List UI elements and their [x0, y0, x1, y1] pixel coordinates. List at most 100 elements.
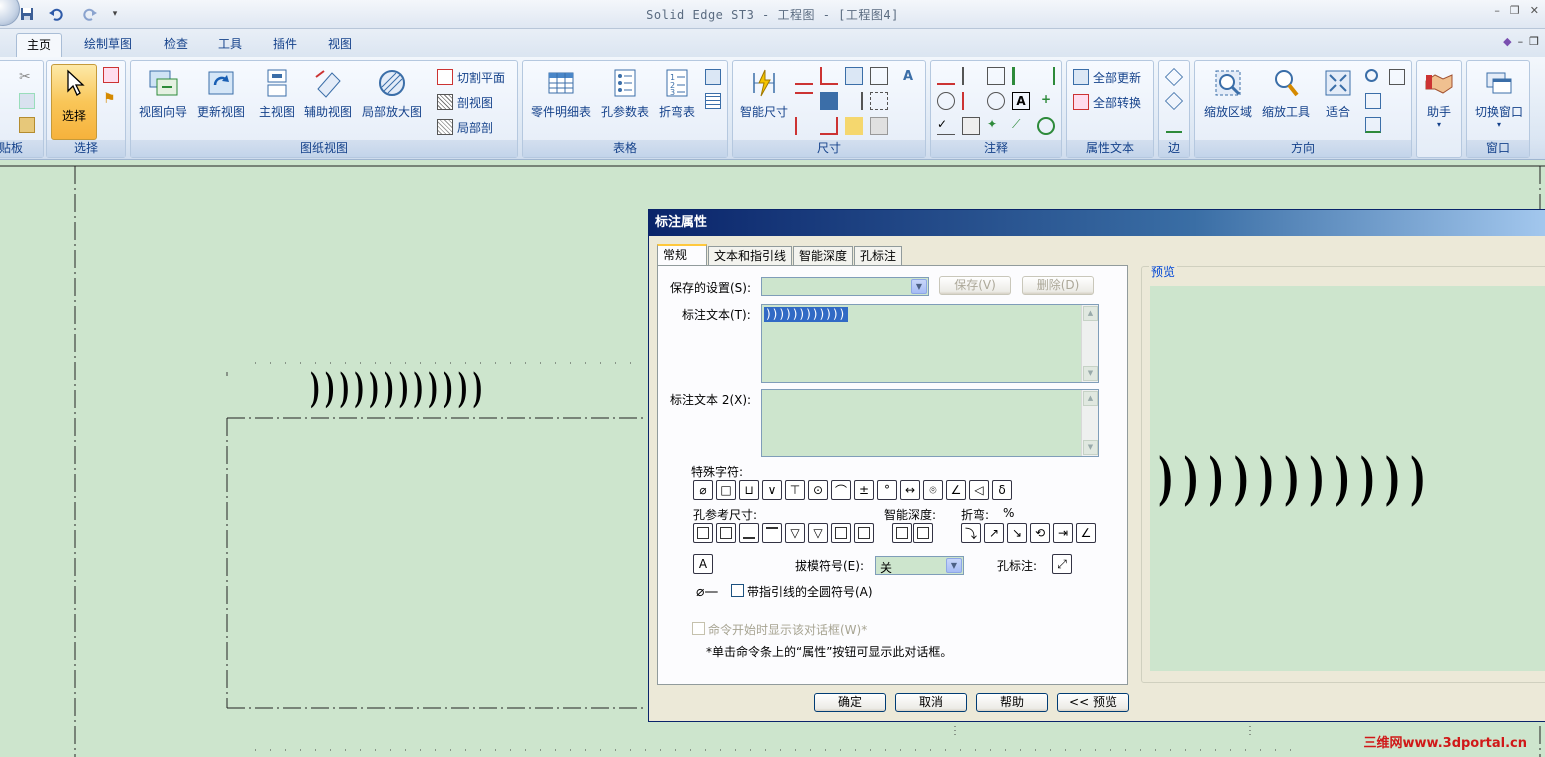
stacked-dim-icon[interactable]: [870, 92, 888, 110]
zoom-area-button[interactable]: 缩放区域: [1199, 65, 1257, 129]
hole-ref-button-8[interactable]: [854, 523, 874, 543]
text-style-icon[interactable]: A: [693, 554, 713, 574]
view-wizard-button[interactable]: 视图向导: [133, 65, 193, 129]
assistant-button[interactable]: 助手 ▾: [1414, 65, 1464, 129]
tab-home[interactable]: 主页: [16, 33, 62, 57]
edge-display-icon-1[interactable]: [1164, 67, 1184, 87]
cut-icon[interactable]: ✂: [19, 69, 35, 85]
scroll-down-icon[interactable]: ▼: [1083, 366, 1098, 381]
delta-symbol-button[interactable]: δ: [992, 480, 1012, 500]
help-button[interactable]: 帮助: [976, 693, 1048, 712]
bolt-hole-icon[interactable]: ✦: [987, 117, 1005, 135]
paste-icon[interactable]: [19, 117, 35, 133]
minimize-icon[interactable]: –: [1494, 4, 1500, 17]
hole-ref-button-7[interactable]: [831, 523, 851, 543]
edge-display-icon-2[interactable]: [1164, 91, 1184, 111]
broken-out-button[interactable]: 局部剖: [437, 117, 493, 137]
symmetric-dim-icon[interactable]: [795, 92, 813, 110]
hole-table-button[interactable]: 孔参数表: [597, 65, 653, 129]
bend-button-6[interactable]: ∠: [1076, 523, 1096, 543]
bend-button-3[interactable]: ↘: [1007, 523, 1027, 543]
sheet-view-icon[interactable]: [1365, 117, 1381, 133]
select-tool-icon[interactable]: [103, 67, 119, 83]
distance-dim-icon[interactable]: [795, 117, 813, 135]
parts-list-button[interactable]: 零件明细表: [525, 65, 597, 129]
weld-icon[interactable]: [1037, 67, 1055, 85]
tab-smart-depth[interactable]: 智能深度: [793, 246, 854, 266]
chevron-down-icon[interactable]: ▼: [946, 558, 962, 573]
select-button[interactable]: 选择: [51, 64, 97, 140]
smart-dimension-button[interactable]: 智能尺寸: [735, 65, 793, 129]
bend-button-4[interactable]: ⟲: [1030, 523, 1050, 543]
counterbore-symbol-button[interactable]: ⊔: [739, 480, 759, 500]
linear-dim-icon[interactable]: [795, 67, 813, 85]
all-around-checkbox[interactable]: [731, 584, 744, 597]
hole-ref-button-4[interactable]: [762, 523, 782, 543]
hole-ref-button-5[interactable]: ▽: [785, 523, 805, 543]
smart-depth-button-1[interactable]: [892, 523, 912, 543]
diameter-symbol-button[interactable]: ⌀: [693, 480, 713, 500]
ribbon-restore-icon[interactable]: ❐: [1529, 35, 1539, 48]
retrieve-dim-icon[interactable]: [870, 117, 888, 135]
tab-inspect[interactable]: 检查: [156, 33, 196, 57]
center-mark-icon[interactable]: +: [1037, 92, 1055, 110]
auto-dim-icon[interactable]: [820, 117, 838, 135]
aux-view-button[interactable]: 辅助视图: [301, 65, 355, 129]
callout-text2-scrollbar[interactable]: ▲ ▼: [1081, 390, 1098, 456]
section-view-button[interactable]: 剖视图: [437, 92, 493, 112]
degree-symbol-button[interactable]: °: [877, 480, 897, 500]
angle-coord-icon[interactable]: [845, 117, 863, 135]
fit-button[interactable]: 适合: [1315, 65, 1361, 129]
table-small-icon-2[interactable]: [705, 93, 721, 109]
bolt-circle-icon[interactable]: [1037, 117, 1055, 135]
delete-settings-button[interactable]: 删除(D): [1022, 276, 1094, 295]
canvas-annotation-text[interactable]: ) ) ) ) ) ) ) ) ) ) ) ): [310, 365, 483, 412]
callout-text2-field[interactable]: ▲ ▼: [761, 389, 1099, 457]
tab-tools[interactable]: 工具: [210, 33, 250, 57]
statistical-symbol-button[interactable]: ⌾: [923, 480, 943, 500]
between-symbol-button[interactable]: ↔: [900, 480, 920, 500]
datum-frame-icon[interactable]: [962, 92, 980, 110]
update-all-button[interactable]: 全部更新: [1073, 67, 1141, 87]
square-symbol-button[interactable]: □: [716, 480, 736, 500]
show-dialog-checkbox[interactable]: [692, 622, 705, 635]
ordinate-dim-icon[interactable]: [845, 92, 863, 110]
hole-ref-button-1[interactable]: [693, 523, 713, 543]
save-settings-button[interactable]: 保存(V): [939, 276, 1011, 295]
ok-button[interactable]: 确定: [814, 693, 886, 712]
restore-icon[interactable]: ❐: [1510, 4, 1520, 17]
datum-target-icon[interactable]: [987, 92, 1005, 110]
plus-minus-symbol-button[interactable]: ±: [854, 480, 874, 500]
check-mark-icon[interactable]: ✓: [937, 117, 955, 135]
previous-view-icon[interactable]: [1365, 93, 1381, 109]
detail-view-button[interactable]: 局部放大图: [359, 65, 425, 129]
ribbon-minimize-icon[interactable]: –: [1518, 35, 1524, 48]
help-book-icon[interactable]: ◆: [1503, 35, 1511, 48]
hole-callout-icon[interactable]: ⤢: [1052, 554, 1072, 574]
switch-window-button[interactable]: 切换窗口 ▾: [1469, 65, 1529, 129]
preview-toggle-button[interactable]: << 预览: [1057, 693, 1129, 712]
callout-text-field[interactable]: )))))))))))) ▲ ▼: [761, 304, 1099, 383]
smart-depth-button-2[interactable]: [913, 523, 933, 543]
balloon-icon[interactable]: [987, 67, 1005, 85]
chain-dim-icon[interactable]: [870, 67, 888, 85]
draft-symbol-combo[interactable]: 关 ▼: [875, 556, 964, 575]
cancel-button[interactable]: 取消: [895, 693, 967, 712]
hole-ref-button-3[interactable]: [739, 523, 759, 543]
tab-text-leader[interactable]: 文本和指引线: [708, 246, 793, 266]
taper-symbol-button[interactable]: ◁: [969, 480, 989, 500]
surface-texture-icon[interactable]: [1012, 67, 1030, 85]
update-view-button[interactable]: 更新视图: [191, 65, 251, 129]
callout-text-scrollbar[interactable]: ▲ ▼: [1081, 305, 1098, 382]
tab-addins[interactable]: 插件: [265, 33, 305, 57]
bend-button-2[interactable]: ↗: [984, 523, 1004, 543]
saved-settings-combo[interactable]: ▼: [761, 277, 929, 296]
tab-general[interactable]: 常规: [657, 244, 707, 266]
scroll-up-icon[interactable]: ▲: [1083, 391, 1098, 406]
convert-all-button[interactable]: 全部转换: [1073, 92, 1141, 112]
callout-icon[interactable]: [937, 67, 955, 85]
edge-display-icon-3[interactable]: [1166, 117, 1182, 133]
tab-hole-callout[interactable]: 孔标注: [854, 246, 903, 266]
slope-symbol-button[interactable]: ∠: [946, 480, 966, 500]
tab-sketch[interactable]: 绘制草图: [76, 33, 140, 57]
